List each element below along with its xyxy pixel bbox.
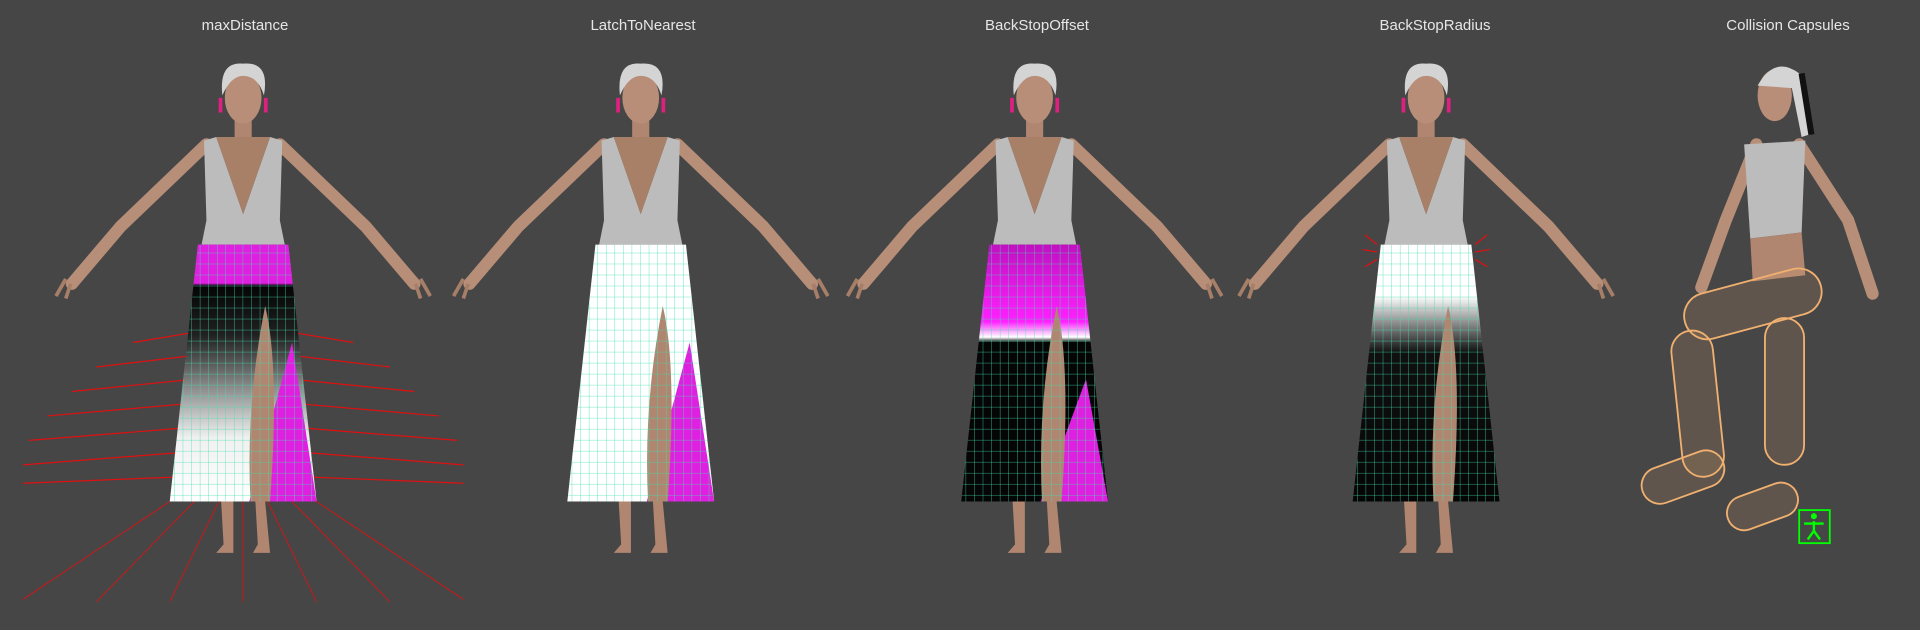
- figure-backstopoffset: [847, 63, 1221, 552]
- figure-latchtonearest: [454, 63, 828, 552]
- viewport-renders: [22, 0, 1879, 603]
- figure-backstopradius: [1239, 63, 1613, 552]
- character-gizmo-icon: [1798, 509, 1831, 545]
- figure-collision-capsules: [1640, 66, 1879, 545]
- figure-maxdistance: [22, 63, 464, 603]
- collision-capsule-wireframes: [1640, 267, 1823, 532]
